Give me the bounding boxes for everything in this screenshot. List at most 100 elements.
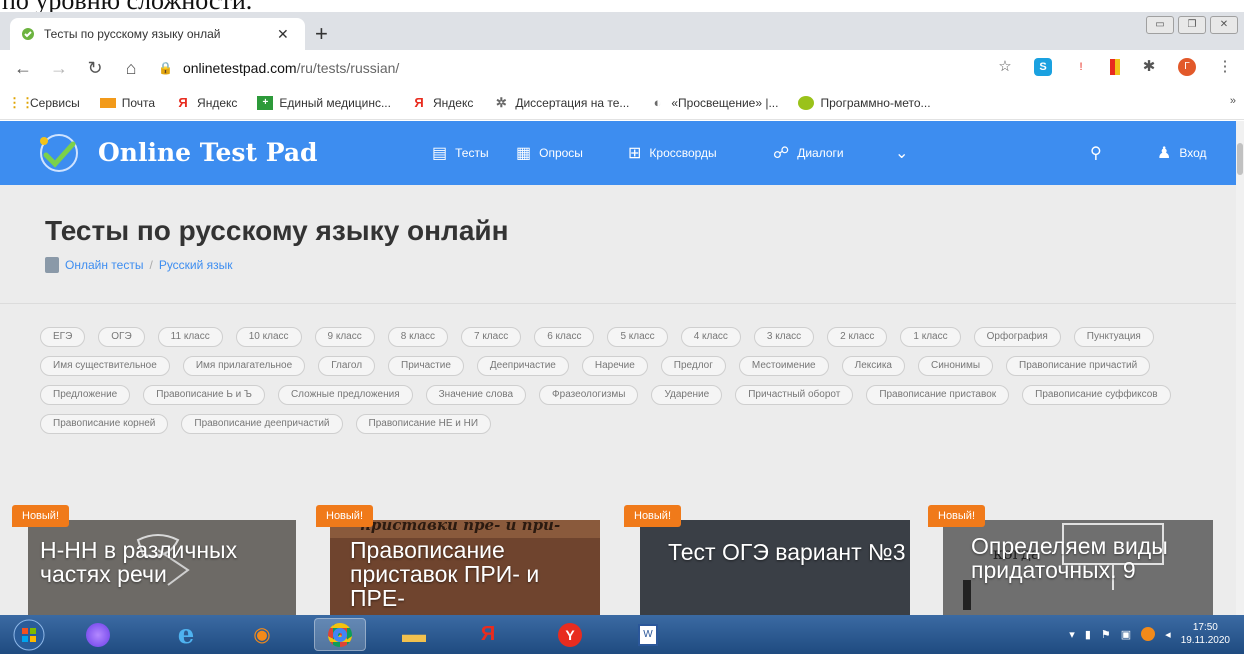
- tag-chip[interactable]: Предложение: [40, 385, 131, 405]
- start-button[interactable]: [6, 618, 52, 651]
- tag-chip[interactable]: Значение слова: [425, 385, 527, 405]
- tag-chip[interactable]: 7 класс: [460, 327, 522, 347]
- tag-chip[interactable]: 3 класс: [753, 327, 815, 347]
- nav-dialogs[interactable]: ☍ Диалоги: [773, 143, 844, 163]
- bookmarks-more-button[interactable]: »: [1230, 95, 1236, 107]
- tag-chip[interactable]: ОГЭ: [98, 327, 145, 347]
- logo-icon[interactable]: [34, 129, 84, 177]
- bookmark-item[interactable]: Я Яндекс: [175, 95, 237, 110]
- tag-chip[interactable]: Синонимы: [917, 356, 994, 376]
- test-card[interactable]: приставки пре- и при- Правописание прист…: [330, 520, 600, 620]
- tag-chip[interactable]: Правописание корней: [40, 414, 169, 434]
- tag-chip[interactable]: 11 класс: [157, 327, 223, 347]
- action-center-icon[interactable]: ▣: [1121, 628, 1131, 641]
- tag-chip[interactable]: 5 класс: [607, 327, 668, 347]
- tag-chip[interactable]: ЕГЭ: [40, 327, 86, 347]
- url-field[interactable]: 🔒 onlinetestpad.com/ru/tests/russian/: [158, 60, 399, 76]
- reload-icon[interactable]: ↻: [86, 58, 104, 79]
- breadcrumb-link[interactable]: Онлайн тесты: [65, 258, 143, 272]
- taskbar-app[interactable]: ◉: [236, 618, 288, 651]
- tag-chip[interactable]: Сложные предложения: [277, 385, 413, 405]
- app-tray-icon[interactable]: [1141, 627, 1156, 641]
- forward-arrow-icon[interactable]: →: [50, 58, 68, 79]
- nav-crosswords[interactable]: ⊞ Кроссворды: [628, 143, 717, 163]
- tag-chip[interactable]: Причастие: [388, 356, 464, 376]
- tag-chip[interactable]: Имя прилагательное: [182, 356, 306, 376]
- bookmark-item[interactable]: Программно-мето...: [798, 95, 931, 110]
- network-icon[interactable]: ▮: [1085, 628, 1091, 641]
- search-button[interactable]: ⚲: [1090, 143, 1102, 163]
- tag-chip[interactable]: 2 класс: [827, 327, 888, 347]
- tag-chip[interactable]: Наречие: [581, 356, 648, 376]
- browser-tab-active[interactable]: Тесты по русскому языку онлай ✕: [10, 18, 305, 50]
- tag-chip[interactable]: 9 класс: [314, 327, 375, 347]
- new-tab-button[interactable]: +: [315, 23, 328, 45]
- minimize-button[interactable]: ▭: [1146, 16, 1174, 34]
- tag-chip[interactable]: 1 класс: [900, 327, 961, 347]
- tab-close-icon[interactable]: ✕: [277, 26, 289, 43]
- bookmark-item[interactable]: Я Яндекс: [411, 95, 473, 110]
- tag-chip[interactable]: 4 класс: [680, 327, 741, 347]
- nav-polls[interactable]: ▦ Опросы: [516, 143, 583, 163]
- login-button[interactable]: ♟ Вход: [1157, 143, 1207, 163]
- taskbar-app[interactable]: [72, 618, 124, 651]
- bookmark-item[interactable]: ⋮⋮ Сервисы: [8, 95, 80, 110]
- extension-icon[interactable]: !: [1072, 58, 1090, 76]
- tag-chip[interactable]: 6 класс: [534, 327, 595, 347]
- tray-arrow-icon[interactable]: ▾: [1069, 628, 1075, 641]
- breadcrumb-link[interactable]: Русский язык: [159, 258, 233, 272]
- skype-icon[interactable]: S: [1034, 58, 1052, 76]
- back-arrow-icon[interactable]: ←: [14, 58, 32, 79]
- tag-chip[interactable]: Правописание деепричастий: [181, 414, 343, 434]
- taskbar-app[interactable]: Я: [462, 618, 514, 651]
- scrollbar-thumb[interactable]: [1237, 143, 1243, 175]
- test-card[interactable]: когда Определяем виды придаточных. 9: [943, 520, 1213, 620]
- tag-chip[interactable]: Фразеологизмы: [539, 385, 639, 405]
- home-icon[interactable]: ⌂: [122, 58, 140, 79]
- site-logo[interactable]: Online Test Pad: [98, 138, 318, 167]
- puzzle-icon[interactable]: ✱: [1140, 58, 1158, 76]
- nav-tests[interactable]: ▤ Тесты: [432, 143, 489, 163]
- tag-chip[interactable]: Деепричастие: [476, 356, 569, 376]
- menu-dots-icon[interactable]: ⋮: [1216, 58, 1234, 76]
- tag-chip[interactable]: 8 класс: [387, 327, 448, 347]
- tag-chip[interactable]: 10 класс: [235, 327, 302, 347]
- flag-icon[interactable]: ⚑: [1101, 628, 1111, 641]
- restore-button[interactable]: ❐: [1178, 16, 1206, 34]
- bookmark-star-icon[interactable]: ☆: [996, 58, 1014, 76]
- close-window-button[interactable]: ✕: [1210, 16, 1238, 34]
- bookmark-item[interactable]: ◐ «Просвещение» |...: [649, 95, 778, 110]
- clock[interactable]: 17:50 19.11.2020: [1181, 621, 1230, 647]
- profile-avatar[interactable]: Г: [1178, 58, 1196, 76]
- tag-chip[interactable]: Правописание НЕ и НИ: [355, 414, 492, 434]
- test-card[interactable]: Н-НН в различных частях речи: [28, 520, 296, 620]
- bookmark-item[interactable]: ✲ Диссертация на те...: [493, 95, 629, 110]
- nav-more-chevron[interactable]: ⌄: [895, 143, 908, 163]
- tag-chip[interactable]: Правописание причастий: [1006, 356, 1151, 376]
- tag-chip[interactable]: Правописание суффиксов: [1022, 385, 1171, 405]
- tag-chip[interactable]: Имя существительное: [40, 356, 170, 376]
- tag-chip[interactable]: Предлог: [660, 356, 726, 376]
- tag-chip[interactable]: Правописание Ь и Ъ: [143, 385, 265, 405]
- taskbar-app[interactable]: Y: [544, 618, 596, 651]
- bookmark-item[interactable]: + Единый медицинс...: [257, 95, 391, 110]
- bookmark-item[interactable]: Почта: [99, 96, 155, 110]
- taskbar-app[interactable]: e: [160, 618, 212, 651]
- taskbar-app[interactable]: [314, 618, 366, 651]
- url-path: /ru/tests/russian/: [296, 60, 400, 76]
- volume-icon[interactable]: ◂: [1165, 628, 1171, 641]
- tag-chip[interactable]: Местоимение: [738, 356, 829, 376]
- chrome-icon: [328, 622, 352, 647]
- tag-chip[interactable]: Пунктуация: [1073, 327, 1154, 347]
- taskbar-app[interactable]: ▬: [388, 618, 440, 651]
- tag-chip[interactable]: Правописание приставок: [866, 385, 1010, 405]
- page-scrollbar[interactable]: [1236, 121, 1244, 615]
- flag-icon[interactable]: [1110, 59, 1120, 75]
- tag-chip[interactable]: Лексика: [841, 356, 905, 376]
- test-card[interactable]: Тест ОГЭ вариант №3: [640, 520, 910, 620]
- tag-chip[interactable]: Ударение: [651, 385, 723, 405]
- tag-chip[interactable]: Глагол: [318, 356, 376, 376]
- tag-chip[interactable]: Орфография: [973, 327, 1061, 347]
- taskbar-app[interactable]: W: [622, 618, 674, 651]
- tag-chip[interactable]: Причастный оборот: [735, 385, 854, 405]
